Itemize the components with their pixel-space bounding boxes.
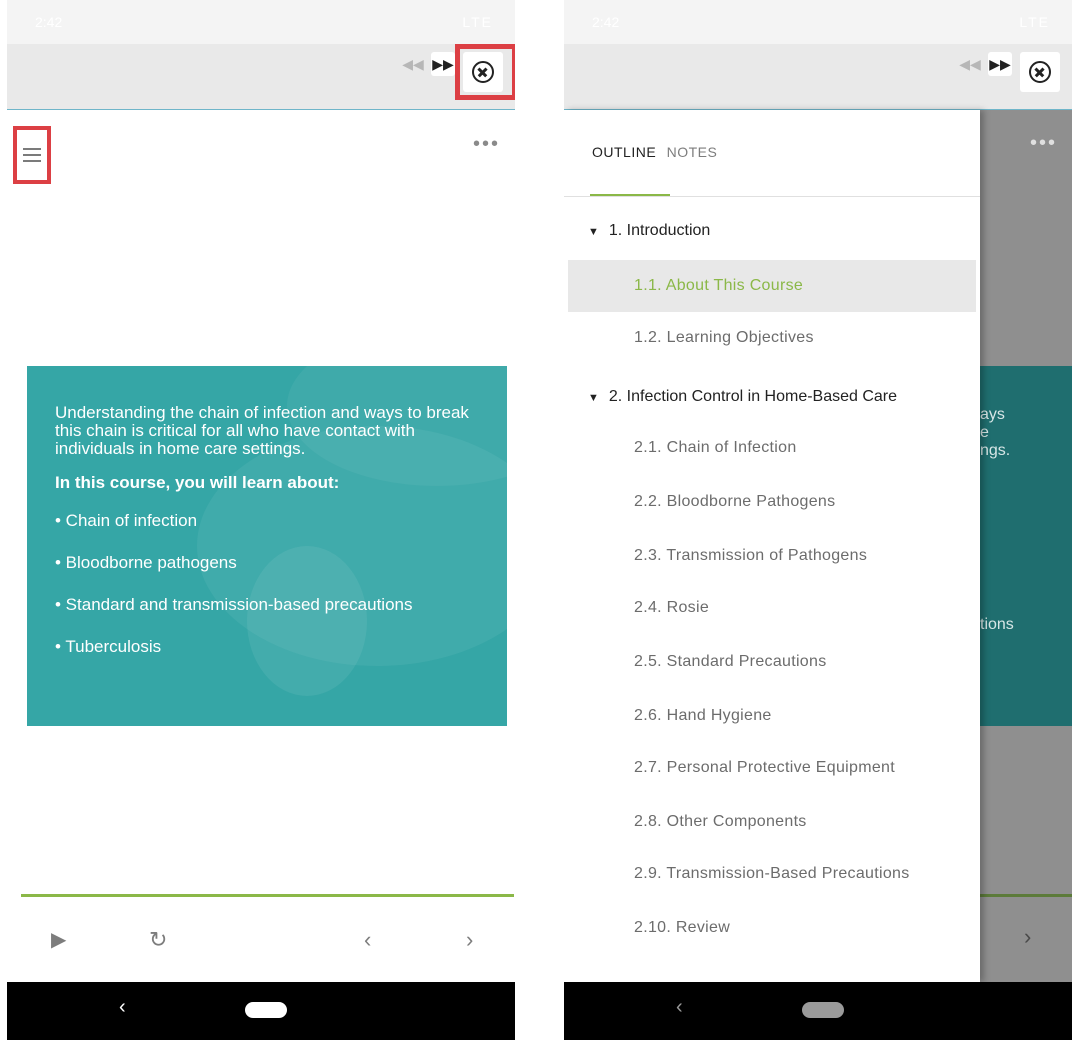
outline-item[interactable]: 2.4. Rosie bbox=[568, 582, 976, 634]
nav-back-icon[interactable]: ‹ bbox=[119, 996, 126, 1019]
nav-home-pill[interactable] bbox=[802, 1002, 844, 1018]
outline-item[interactable]: 2.2. Bloodborne Pathogens bbox=[568, 476, 976, 528]
chevron-right-icon[interactable]: › bbox=[466, 927, 473, 953]
phone-screen-player: 2:42 LTE ◀◀ ▶▶ ••• Understanding the cha… bbox=[7, 0, 515, 1040]
fast-forward-icon[interactable]: ▶▶ bbox=[431, 52, 455, 76]
outline-section[interactable]: ▼ 1. Introduction bbox=[588, 222, 710, 240]
progress-bar[interactable] bbox=[21, 894, 514, 897]
section-label: 2. Infection Control in Home-Based Care bbox=[608, 388, 898, 405]
slide-content: Understanding the chain of infection and… bbox=[27, 366, 507, 726]
phone-screen-outline: 2:42 LTE ◀◀ ▶▶ ••• ays e ngs. tions › OU… bbox=[564, 0, 1072, 1040]
nav-home-pill[interactable] bbox=[245, 1002, 287, 1018]
status-bar: 2:42 LTE bbox=[7, 0, 515, 44]
slide-bullet: • Tuberculosis bbox=[55, 637, 162, 656]
outline-section[interactable]: ▼ 2. Infection Control in Home-Based Care bbox=[588, 388, 897, 406]
status-bar: 2:42 LTE bbox=[564, 0, 1072, 44]
slide-heading: In this course, you will learn about: bbox=[55, 473, 340, 492]
hamburger-icon bbox=[23, 148, 41, 150]
outline-item-active[interactable]: 1.1. About This Course bbox=[568, 260, 976, 312]
more-options-icon[interactable]: ••• bbox=[1030, 132, 1057, 155]
outline-item[interactable]: 2.10. Review bbox=[568, 902, 976, 954]
divider bbox=[564, 196, 980, 197]
tab-outline[interactable]: OUTLINE bbox=[592, 144, 656, 160]
outline-item[interactable]: 2.3. Transmission of Pathogens bbox=[568, 530, 976, 582]
chevron-left-icon[interactable]: ‹ bbox=[364, 927, 371, 953]
status-time: 2:42 bbox=[35, 14, 63, 30]
drawer-tabs: OUTLINE NOTES bbox=[592, 144, 723, 160]
tab-notes[interactable]: NOTES bbox=[667, 144, 718, 160]
close-highlight-box bbox=[455, 44, 515, 100]
slide-bullet: • Bloodborne pathogens bbox=[55, 553, 237, 572]
nav-back-icon[interactable]: ‹ bbox=[676, 996, 683, 1019]
outline-item[interactable]: 2.8. Other Components bbox=[568, 796, 976, 848]
outline-item[interactable]: 2.5. Standard Precautions bbox=[568, 636, 976, 688]
slide-text-partial: ays e ngs. bbox=[980, 406, 1011, 459]
outline-item[interactable]: 2.6. Hand Hygiene bbox=[568, 690, 976, 742]
play-icon[interactable]: ▶ bbox=[51, 927, 66, 952]
slide-text: Understanding the chain of infection and… bbox=[55, 404, 495, 680]
player-control-bar: ◀◀ ▶▶ bbox=[7, 44, 515, 110]
section-label: 1. Introduction bbox=[608, 222, 711, 239]
caret-down-icon: ▼ bbox=[588, 392, 599, 404]
slide-content-partial: ays e ngs. tions bbox=[978, 366, 1072, 726]
menu-button[interactable] bbox=[13, 126, 51, 184]
hamburger-icon-line bbox=[23, 160, 41, 162]
fast-forward-icon[interactable]: ▶▶ bbox=[988, 52, 1012, 76]
outline-item[interactable]: 1.2. Learning Objectives bbox=[568, 312, 976, 364]
slide-bullet: • Chain of infection bbox=[55, 511, 198, 530]
player-control-bar: ◀◀ ▶▶ bbox=[564, 44, 1072, 110]
android-nav-bar: ‹ bbox=[7, 982, 515, 1040]
slide-intro-text: Understanding the chain of infection and… bbox=[55, 403, 469, 458]
fast-rewind-icon[interactable]: ◀◀ bbox=[958, 52, 982, 76]
slide-text-partial: tions bbox=[980, 616, 1014, 633]
android-nav-bar: ‹ bbox=[564, 982, 1072, 1040]
status-indicators: LTE bbox=[1019, 14, 1050, 30]
caret-down-icon: ▼ bbox=[588, 226, 599, 238]
outline-drawer: OUTLINE NOTES ▼ 1. Introduction 1.1. Abou… bbox=[564, 110, 980, 982]
outline-item[interactable]: 2.1. Chain of Infection bbox=[568, 422, 976, 474]
progress-bar bbox=[978, 894, 1072, 897]
fast-rewind-icon[interactable]: ◀◀ bbox=[401, 52, 425, 76]
slide-bullet: • Standard and transmission-based precau… bbox=[55, 595, 413, 614]
close-circle-icon bbox=[1029, 61, 1051, 83]
more-options-icon[interactable]: ••• bbox=[473, 133, 500, 156]
chevron-right-icon[interactable]: › bbox=[1024, 924, 1031, 950]
outline-item[interactable]: 2.9. Transmission-Based Precautions bbox=[568, 848, 976, 900]
status-indicators: LTE bbox=[462, 14, 493, 30]
replay-icon[interactable]: ↻ bbox=[149, 927, 167, 953]
hamburger-icon-line bbox=[23, 154, 41, 156]
outline-item[interactable]: 2.7. Personal Protective Equipment bbox=[568, 742, 976, 794]
close-button[interactable] bbox=[1020, 52, 1060, 92]
status-time: 2:42 bbox=[592, 14, 620, 30]
